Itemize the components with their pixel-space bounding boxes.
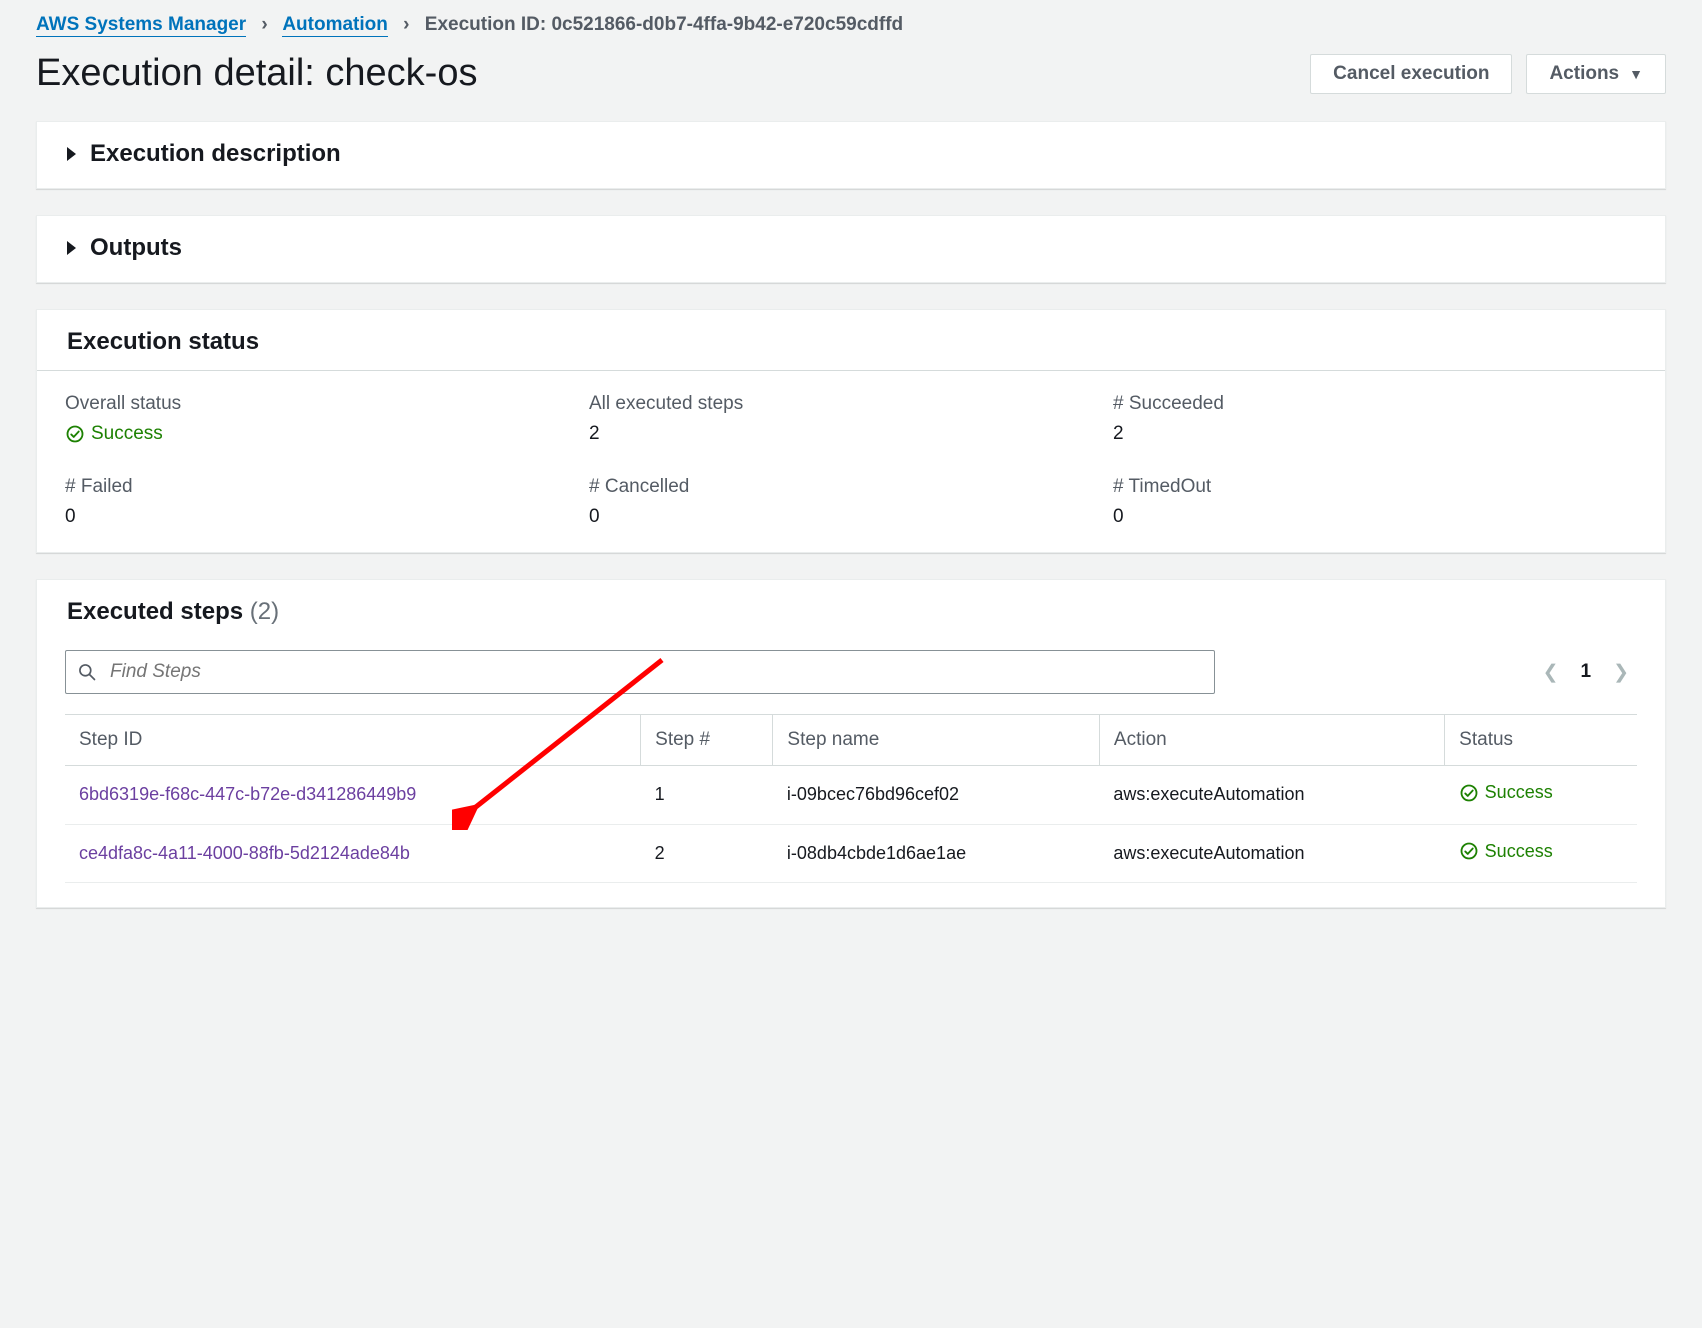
step-action: aws:executeAutomation [1099, 824, 1444, 883]
next-page-button[interactable]: ❯ [1613, 661, 1629, 684]
search-icon [77, 662, 97, 682]
failed-value: 0 [65, 506, 589, 528]
col-step-name[interactable]: Step name [773, 715, 1099, 766]
panel-title: Execution status [67, 328, 259, 356]
cancel-execution-button[interactable]: Cancel execution [1310, 54, 1512, 94]
all-steps-label: All executed steps [589, 393, 1113, 415]
breadcrumb-link-2[interactable]: Automation [282, 14, 388, 37]
overall-status-label: Overall status [65, 393, 589, 415]
actions-dropdown-button[interactable]: Actions ▼ [1526, 54, 1666, 94]
step-number: 1 [641, 766, 773, 825]
panel-title: Outputs [90, 234, 182, 262]
step-action: aws:executeAutomation [1099, 766, 1444, 825]
step-status: Success [1445, 824, 1637, 883]
disclosure-triangle-icon[interactable] [67, 241, 76, 255]
step-number: 2 [641, 824, 773, 883]
col-step-id[interactable]: Step ID [65, 715, 641, 766]
execution-description-panel: Execution description [36, 121, 1666, 189]
executed-steps-table: Step ID Step # Step name Action Status 6… [65, 714, 1637, 883]
chevron-right-icon: › [261, 14, 267, 35]
all-steps-value: 2 [589, 423, 1113, 445]
cancelled-label: # Cancelled [589, 476, 1113, 498]
step-id-link[interactable]: 6bd6319e-f68c-447c-b72e-d341286449b9 [65, 766, 641, 825]
execution-status-panel: Execution status Overall status Success … [36, 309, 1666, 553]
find-steps-input[interactable] [65, 650, 1215, 694]
breadcrumb-current: Execution ID: 0c521866-d0b7-4ffa-9b42-e7… [425, 14, 903, 35]
panel-title: Execution description [90, 140, 341, 168]
outputs-panel: Outputs [36, 215, 1666, 283]
timedout-value: 0 [1113, 506, 1637, 528]
overall-status-value: Success [65, 423, 163, 445]
executed-steps-panel: Executed steps (2) ❮ 1 ❯ [36, 579, 1666, 908]
page-title: Execution detail: check-os [36, 52, 477, 95]
prev-page-button[interactable]: ❮ [1543, 661, 1559, 684]
step-name: i-08db4cbde1d6ae1ae [773, 824, 1099, 883]
pagination: ❮ 1 ❯ [1543, 661, 1629, 684]
timedout-label: # TimedOut [1113, 476, 1637, 498]
table-row: ce4dfa8c-4a11-4000-88fb-5d2124ade84b 2 i… [65, 824, 1637, 883]
col-status[interactable]: Status [1445, 715, 1637, 766]
col-action[interactable]: Action [1099, 715, 1444, 766]
breadcrumb-link-1[interactable]: AWS Systems Manager [36, 14, 246, 37]
step-id-link[interactable]: ce4dfa8c-4a11-4000-88fb-5d2124ade84b [65, 824, 641, 883]
check-circle-icon [1459, 841, 1479, 861]
succeeded-value: 2 [1113, 423, 1637, 445]
step-name: i-09bcec76bd96cef02 [773, 766, 1099, 825]
breadcrumb: AWS Systems Manager › Automation › Execu… [36, 14, 1666, 36]
panel-title: Executed steps (2) [67, 598, 279, 626]
check-circle-icon [1459, 783, 1479, 803]
cancelled-value: 0 [589, 506, 1113, 528]
caret-down-icon: ▼ [1629, 66, 1643, 82]
step-status: Success [1445, 766, 1637, 825]
steps-count: (2) [250, 598, 279, 625]
table-row: 6bd6319e-f68c-447c-b72e-d341286449b9 1 i… [65, 766, 1637, 825]
succeeded-label: # Succeeded [1113, 393, 1637, 415]
disclosure-triangle-icon[interactable] [67, 147, 76, 161]
col-step-number[interactable]: Step # [641, 715, 773, 766]
chevron-right-icon: › [403, 14, 409, 35]
check-circle-icon [65, 424, 85, 444]
page-number: 1 [1581, 661, 1592, 683]
failed-label: # Failed [65, 476, 589, 498]
